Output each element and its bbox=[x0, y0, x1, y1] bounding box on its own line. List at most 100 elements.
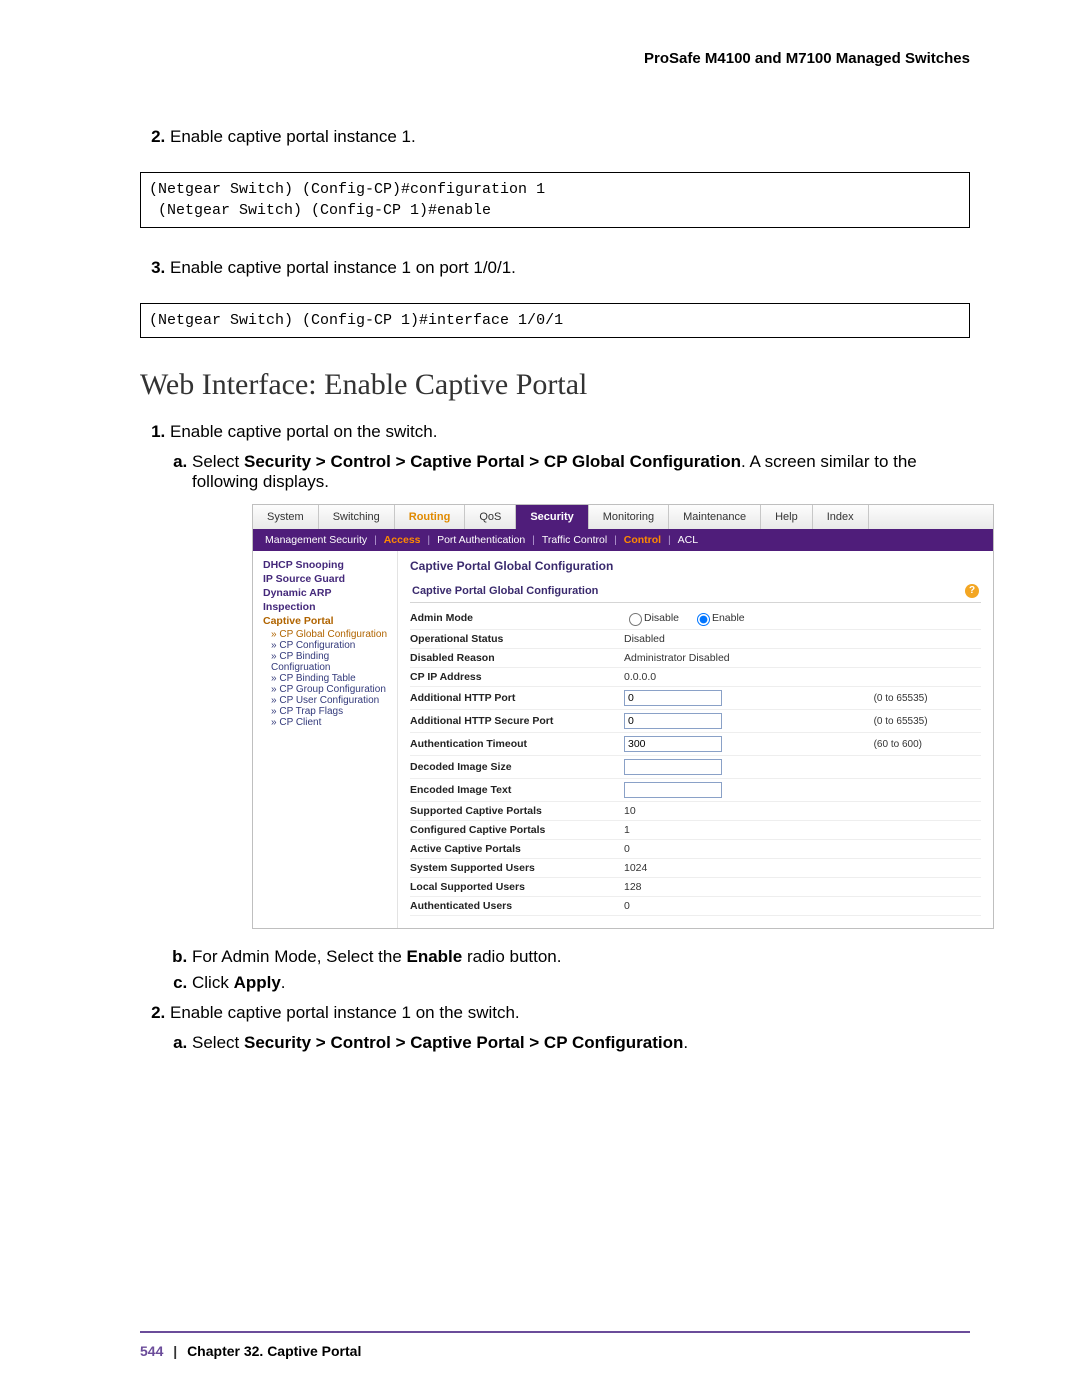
chapter-label: Chapter 32. Captive Portal bbox=[187, 1343, 361, 1359]
page-number: 544 bbox=[140, 1343, 163, 1359]
label-local-users: Local Supported Users bbox=[410, 878, 624, 897]
value-dis-reason: Administrator Disabled bbox=[624, 649, 874, 668]
top-tabs: System Switching Routing QoS Security Mo… bbox=[253, 505, 993, 529]
text: radio button. bbox=[462, 947, 561, 966]
subnav-acl[interactable]: ACL bbox=[678, 534, 698, 546]
value-supported-cp: 10 bbox=[624, 802, 874, 821]
label-auth-users: Authenticated Users bbox=[410, 897, 624, 916]
label-http-port: Additional HTTP Port bbox=[410, 687, 624, 710]
value-auth-users: 0 bbox=[624, 897, 874, 916]
text: . bbox=[281, 973, 286, 992]
tab-monitoring[interactable]: Monitoring bbox=[589, 505, 669, 529]
web-step-1c: Click Apply. bbox=[192, 973, 970, 993]
section-title: Web Interface: Enable Captive Portal bbox=[140, 368, 970, 402]
label-https-port: Additional HTTP Secure Port bbox=[410, 710, 624, 733]
sidebar-dhcp[interactable]: DHCP Snooping bbox=[263, 559, 391, 571]
step-2: Enable captive portal instance 1. bbox=[170, 127, 970, 147]
label-decoded-img: Decoded Image Size bbox=[410, 756, 624, 779]
input-http-port[interactable] bbox=[624, 690, 722, 706]
breadcrumb-path: Security > Control > Captive Portal > CP… bbox=[244, 1033, 683, 1052]
panel-title: Captive Portal Global Configuration bbox=[410, 559, 981, 573]
tab-security[interactable]: Security bbox=[516, 505, 588, 529]
value-active-cp: 0 bbox=[624, 840, 874, 859]
text: For Admin Mode, Select the bbox=[192, 947, 407, 966]
sidebar-dynarp[interactable]: Dynamic ARP bbox=[263, 587, 391, 599]
sidebar-cp-user[interactable]: CP User Configuration bbox=[263, 695, 391, 706]
code-line: (Netgear Switch) (Config-CP 1)#enable bbox=[149, 202, 491, 219]
label-cp-ip: CP IP Address bbox=[410, 668, 624, 687]
code-line: (Netgear Switch) (Config-CP)#configurati… bbox=[149, 181, 545, 198]
code-line: (Netgear Switch) (Config-CP 1)#interface… bbox=[149, 312, 563, 329]
label-active-cp: Active Captive Portals bbox=[410, 840, 624, 859]
radio-disable[interactable] bbox=[629, 613, 642, 626]
value-configured-cp: 1 bbox=[624, 821, 874, 840]
tab-routing[interactable]: Routing bbox=[395, 505, 466, 529]
input-https-port[interactable] bbox=[624, 713, 722, 729]
tab-help[interactable]: Help bbox=[761, 505, 813, 529]
sidebar-cp-trap[interactable]: CP Trap Flags bbox=[263, 706, 391, 717]
radio-enable[interactable] bbox=[697, 613, 710, 626]
web-step-1a: Select Security > Control > Captive Port… bbox=[192, 452, 970, 929]
sidebar-cp-binding-config[interactable]: CP Binding Configruation bbox=[263, 651, 391, 673]
hint-https: (0 to 65535) bbox=[874, 710, 981, 733]
sidebar-cp-binding-table[interactable]: CP Binding Table bbox=[263, 673, 391, 684]
code-block-1: (Netgear Switch) (Config-CP)#configurati… bbox=[140, 172, 970, 228]
subnav-control[interactable]: Control bbox=[624, 534, 661, 546]
label-dis-reason: Disabled Reason bbox=[410, 649, 624, 668]
subnav-access[interactable]: Access bbox=[384, 534, 421, 546]
doc-header: ProSafe M4100 and M7100 Managed Switches bbox=[140, 50, 970, 67]
sidebar: DHCP Snooping IP Source Guard Dynamic AR… bbox=[253, 551, 398, 928]
sidebar-captive-portal[interactable]: Captive Portal bbox=[263, 615, 391, 627]
sidebar-cp-global[interactable]: CP Global Configuration bbox=[263, 629, 391, 640]
web-step-2-text: Enable captive portal instance 1 on the … bbox=[170, 1003, 520, 1022]
text-bold: Enable bbox=[407, 947, 463, 966]
tab-maintenance[interactable]: Maintenance bbox=[669, 505, 761, 529]
label-sys-users: System Supported Users bbox=[410, 859, 624, 878]
input-auth-timeout[interactable] bbox=[624, 736, 722, 752]
label-encoded-img: Encoded Image Text bbox=[410, 779, 624, 802]
value-sys-users: 1024 bbox=[624, 859, 874, 878]
tab-index[interactable]: Index bbox=[813, 505, 869, 529]
code-block-2: (Netgear Switch) (Config-CP 1)#interface… bbox=[140, 303, 970, 338]
step-3-text: Enable captive portal instance 1 on port… bbox=[170, 258, 516, 277]
subnav-management[interactable]: Management Security bbox=[265, 534, 367, 546]
value-op-status: Disabled bbox=[624, 630, 874, 649]
text: Select bbox=[192, 452, 244, 471]
subnav-portauth[interactable]: Port Authentication bbox=[437, 534, 525, 546]
input-decoded-img[interactable] bbox=[624, 759, 722, 775]
sidebar-ipsource[interactable]: IP Source Guard bbox=[263, 573, 391, 585]
input-encoded-img[interactable] bbox=[624, 782, 722, 798]
value-cp-ip: 0.0.0.0 bbox=[624, 668, 874, 687]
hint-http: (0 to 65535) bbox=[874, 687, 981, 710]
subnav-traffic[interactable]: Traffic Control bbox=[542, 534, 607, 546]
screenshot-panel: System Switching Routing QoS Security Mo… bbox=[252, 504, 994, 929]
panel-subtitle: Captive Portal Global Configuration bbox=[412, 585, 598, 597]
help-icon[interactable]: ? bbox=[965, 584, 979, 598]
tab-qos[interactable]: QoS bbox=[465, 505, 516, 529]
page-footer: 544 | Chapter 32. Captive Portal bbox=[140, 1331, 970, 1359]
tab-switching[interactable]: Switching bbox=[319, 505, 395, 529]
step-3: Enable captive portal instance 1 on port… bbox=[170, 258, 970, 278]
sidebar-cp-client[interactable]: CP Client bbox=[263, 717, 391, 728]
tab-system[interactable]: System bbox=[253, 505, 319, 529]
label-supported-cp: Supported Captive Portals bbox=[410, 802, 624, 821]
text: Select bbox=[192, 1033, 244, 1052]
step-2-text: Enable captive portal instance 1. bbox=[170, 127, 416, 146]
label-op-status: Operational Status bbox=[410, 630, 624, 649]
sub-nav: Management Security | Access | Port Auth… bbox=[253, 529, 993, 551]
label-configured-cp: Configured Captive Portals bbox=[410, 821, 624, 840]
web-step-1: Enable captive portal on the switch. Sel… bbox=[170, 422, 970, 993]
text: Click bbox=[192, 973, 234, 992]
sidebar-cp-config[interactable]: CP Configuration bbox=[263, 640, 391, 651]
footer-sep: | bbox=[173, 1343, 177, 1359]
web-step-2a: Select Security > Control > Captive Port… bbox=[192, 1033, 970, 1053]
hint-auth-timeout: (60 to 600) bbox=[874, 733, 981, 756]
text: . bbox=[683, 1033, 688, 1052]
text-bold: Apply bbox=[234, 973, 281, 992]
sidebar-inspection[interactable]: Inspection bbox=[263, 601, 391, 613]
sidebar-cp-group[interactable]: CP Group Configuration bbox=[263, 684, 391, 695]
radio-enable-label: Enable bbox=[712, 612, 745, 624]
value-local-users: 128 bbox=[624, 878, 874, 897]
config-table: Admin Mode Disable Enable Operational St… bbox=[410, 607, 981, 916]
breadcrumb-path: Security > Control > Captive Portal > CP… bbox=[244, 452, 741, 471]
